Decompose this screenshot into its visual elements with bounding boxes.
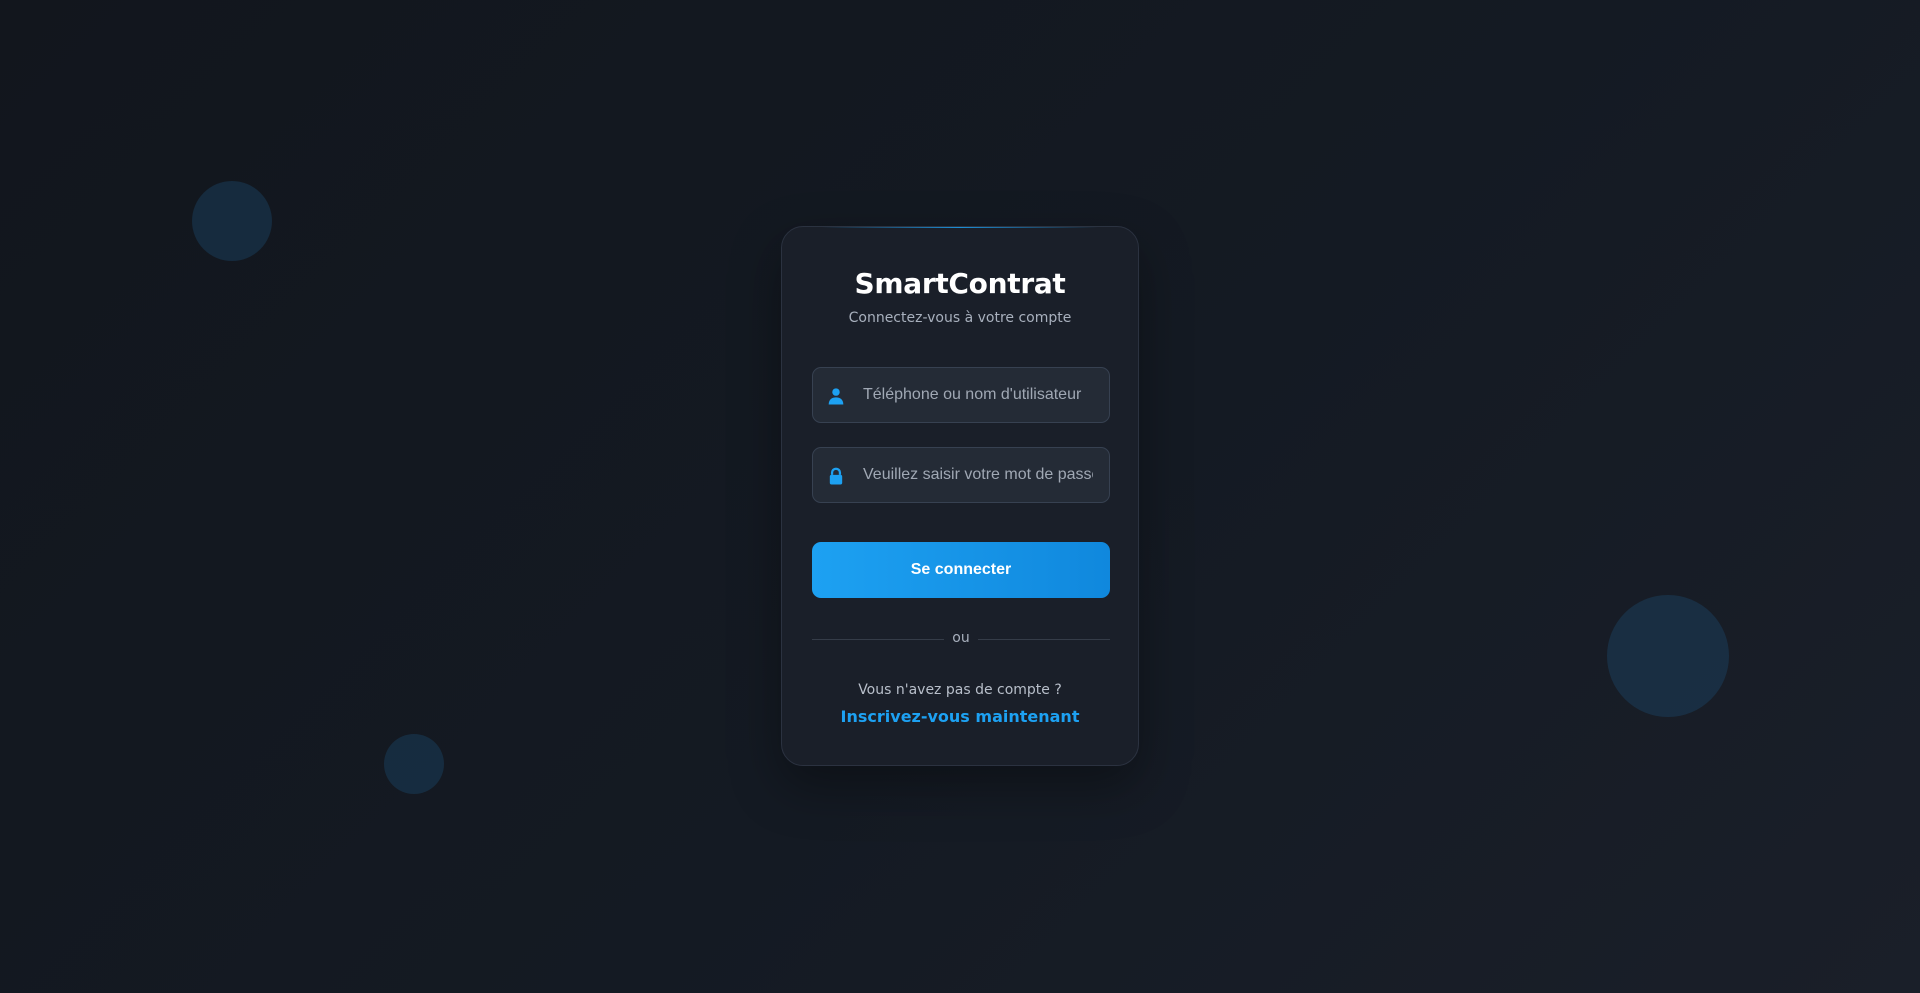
user-icon: [828, 388, 844, 405]
or-divider: ou: [812, 629, 1110, 649]
divider-line: [978, 639, 1110, 640]
app-title: SmartContrat: [854, 267, 1066, 300]
no-account-text: Vous n'avez pas de compte ?: [858, 682, 1062, 698]
lock-icon: [829, 467, 843, 485]
background-circle: [192, 181, 272, 261]
background-circle: [1607, 595, 1729, 717]
background-circle: [384, 734, 444, 794]
login-card: SmartContrat Connectez-vous à votre comp…: [781, 226, 1139, 766]
login-button[interactable]: Se connecter: [812, 542, 1110, 598]
login-subtitle: Connectez-vous à votre compte: [848, 310, 1072, 326]
username-input[interactable]: [863, 368, 1093, 422]
password-input[interactable]: [863, 448, 1093, 502]
signup-link[interactable]: Inscrivez-vous maintenant: [782, 707, 1138, 726]
divider-label: ou: [952, 630, 970, 646]
username-field[interactable]: [812, 367, 1110, 423]
password-field[interactable]: [812, 447, 1110, 503]
